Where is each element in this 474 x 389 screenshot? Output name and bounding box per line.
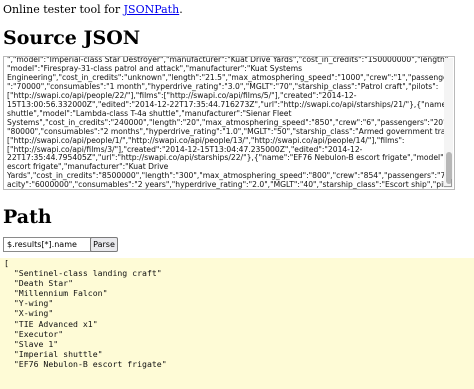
result-output: [ "Sentinel-class landing craft" "Death …: [0, 258, 474, 389]
json-line: shuttle","model":"Lambda-class T-4a shut…: [7, 109, 292, 118]
json-line: "80000","consumables":"2 months","hyperd…: [7, 127, 450, 136]
result-line: "Death Star": [4, 278, 74, 289]
result-line: "Slave 1": [4, 338, 59, 349]
resize-grip-icon[interactable]: [444, 179, 452, 187]
json-line: acity":"6000000","consumables":"2 years"…: [7, 181, 450, 190]
result-line: "X-wing": [4, 308, 54, 319]
result-line: "Millennium Falcon": [4, 288, 108, 299]
json-line: Engineering","cost_in_credits":"unknown"…: [7, 73, 450, 82]
json-line: ["http://swapi.co/api/films/3/"],"create…: [7, 145, 363, 154]
result-line: "Executor": [4, 328, 64, 339]
source-json-heading: Source JSON: [3, 27, 141, 49]
path-heading: Path: [3, 206, 52, 228]
result-lines: [ "Sentinel-class landing craft" "Death …: [4, 258, 470, 369]
json-line: escort frigate","manufacturer":"Kuat Dri…: [7, 163, 169, 172]
json-line: ","model":"Imperial-class Star Destroyer…: [7, 56, 450, 64]
result-line: "Y-wing": [4, 298, 54, 309]
json-line: ":"70000","consumables":"1 month","hyper…: [7, 82, 439, 91]
result-line: "EF76 Nebulon-B escort frigate": [4, 358, 167, 369]
json-line: ["http://swapi.co/api/people/1/","http:/…: [7, 136, 405, 145]
json-line: "model":"Firespray-31-class patrol and a…: [7, 64, 303, 73]
json-line: ["http://swapi.co/api/people/22/"],"film…: [7, 91, 357, 100]
json-line: 22T17:35:44.795405Z","url":"http://swapi…: [7, 154, 450, 163]
parse-button[interactable]: Parse: [90, 237, 118, 252]
intro-suffix: .: [179, 3, 183, 16]
json-line: 15T13:00:56.332000Z","edited":"2014-12-2…: [7, 100, 450, 109]
json-scrollbar[interactable]: [444, 58, 453, 188]
result-line: "TIE Advanced x1": [4, 318, 98, 329]
intro-text: Online tester tool for JSONPath.: [3, 3, 183, 16]
path-input[interactable]: $.results[*].name: [3, 237, 93, 252]
json-line: Systems","cost_in_credits":"240000","len…: [7, 118, 450, 127]
source-json-content: ","model":"Imperial-class Star Destroyer…: [7, 56, 450, 190]
result-line: [: [4, 258, 9, 268]
jsonpath-link[interactable]: JSONPath: [124, 3, 180, 16]
result-line: "Imperial shuttle": [4, 348, 103, 359]
result-line: "Sentinel-class landing craft": [4, 268, 162, 279]
source-json-textarea[interactable]: ","model":"Imperial-class Star Destroyer…: [3, 56, 455, 190]
json-line: Yards","cost_in_credits":"8500000","leng…: [7, 172, 450, 181]
intro-prefix: Online tester tool for: [3, 3, 124, 16]
